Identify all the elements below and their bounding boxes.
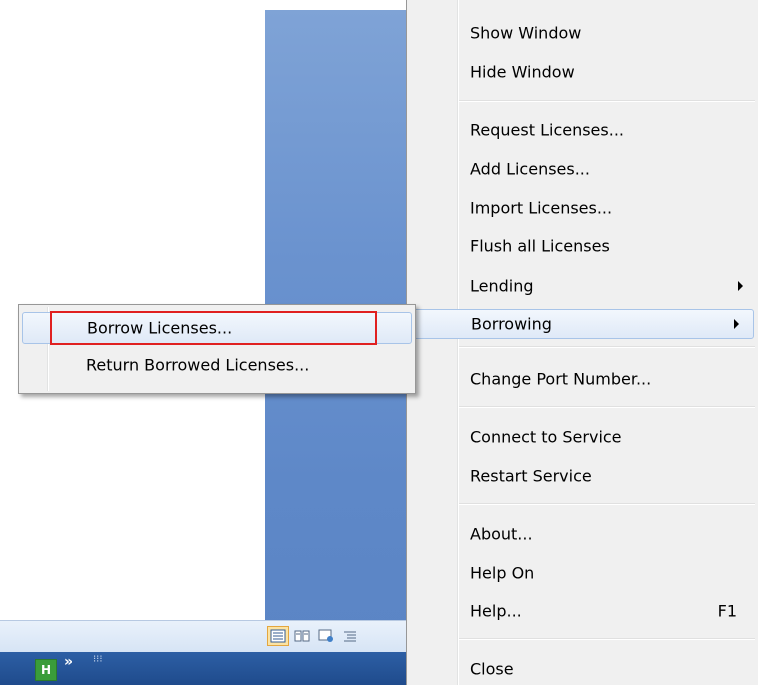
menu-item-label: Flush all Licenses: [470, 236, 610, 256]
menu-item-help[interactable]: Help... F1: [407, 596, 757, 626]
menu-item-label: Change Port Number...: [470, 369, 652, 389]
menu-item-label: Show Window: [470, 23, 582, 43]
submenu-arrow-icon: [734, 319, 739, 329]
menu-item-label: Lending: [470, 276, 534, 296]
menu-item-flush-all-licenses[interactable]: Flush all Licenses: [407, 231, 757, 261]
highlight-callout-box: [50, 311, 377, 345]
menu-separator: [459, 638, 755, 640]
view-normal-icon[interactable]: [267, 626, 289, 646]
menu-item-label: Add Licenses...: [470, 159, 590, 179]
menu-item-request-licenses[interactable]: Request Licenses...: [407, 115, 757, 145]
submenu-arrow-icon: [738, 281, 743, 291]
menu-item-close[interactable]: Close: [407, 654, 757, 684]
menu-item-label: Help...: [470, 601, 522, 621]
menu-item-label: Request Licenses...: [470, 120, 624, 140]
view-web-icon[interactable]: [315, 626, 337, 646]
menu-item-import-licenses[interactable]: Import Licenses...: [407, 193, 757, 223]
taskbar-app-icon[interactable]: H: [35, 659, 57, 681]
menu-item-borrowing[interactable]: Borrowing: [410, 309, 754, 339]
menu-item-help-on[interactable]: Help On: [407, 558, 757, 588]
menu-separator: [459, 346, 755, 348]
menu-item-restart-service[interactable]: Restart Service: [407, 461, 757, 491]
menu-item-about[interactable]: About...: [407, 519, 757, 549]
menu-item-connect-to-service[interactable]: Connect to Service: [407, 422, 757, 452]
taskbar-overflow-icon[interactable]: »: [64, 654, 73, 670]
menu-item-shortcut: F1: [717, 601, 737, 621]
menu-separator: [459, 406, 755, 408]
menu-item-add-licenses[interactable]: Add Licenses...: [407, 154, 757, 184]
menu-item-label: Close: [470, 659, 514, 679]
menu-item-hide-window[interactable]: Hide Window: [407, 57, 757, 87]
menu-item-lending[interactable]: Lending: [407, 271, 757, 301]
taskbar-grip-icon: ⁝⁝⁝: [93, 654, 103, 665]
menu-item-label: Connect to Service: [470, 427, 622, 447]
view-switcher: [267, 626, 361, 646]
menu-item-change-port-number[interactable]: Change Port Number...: [407, 364, 757, 394]
taskbar: H » ⁝⁝⁝: [0, 652, 415, 685]
menu-separator: [459, 100, 755, 102]
screen: H » ⁝⁝⁝ Show Window Hide Window Request …: [0, 0, 758, 685]
context-menu: Show Window Hide Window Request Licenses…: [406, 0, 758, 685]
menu-item-label: Restart Service: [470, 466, 592, 486]
menu-item-label: Import Licenses...: [470, 198, 613, 218]
menu-separator: [459, 503, 755, 505]
menu-item-label: About...: [470, 524, 533, 544]
submenu-item-return-borrowed-licenses[interactable]: Return Borrowed Licenses...: [22, 349, 412, 381]
menu-item-label: Borrowing: [471, 314, 552, 334]
view-reading-icon[interactable]: [291, 626, 313, 646]
menu-item-label: Hide Window: [470, 62, 575, 82]
submenu-item-label: Return Borrowed Licenses...: [86, 355, 310, 375]
menu-item-label: Help On: [470, 563, 535, 583]
menu-item-show-window[interactable]: Show Window: [407, 18, 757, 48]
view-outline-icon[interactable]: [339, 626, 361, 646]
